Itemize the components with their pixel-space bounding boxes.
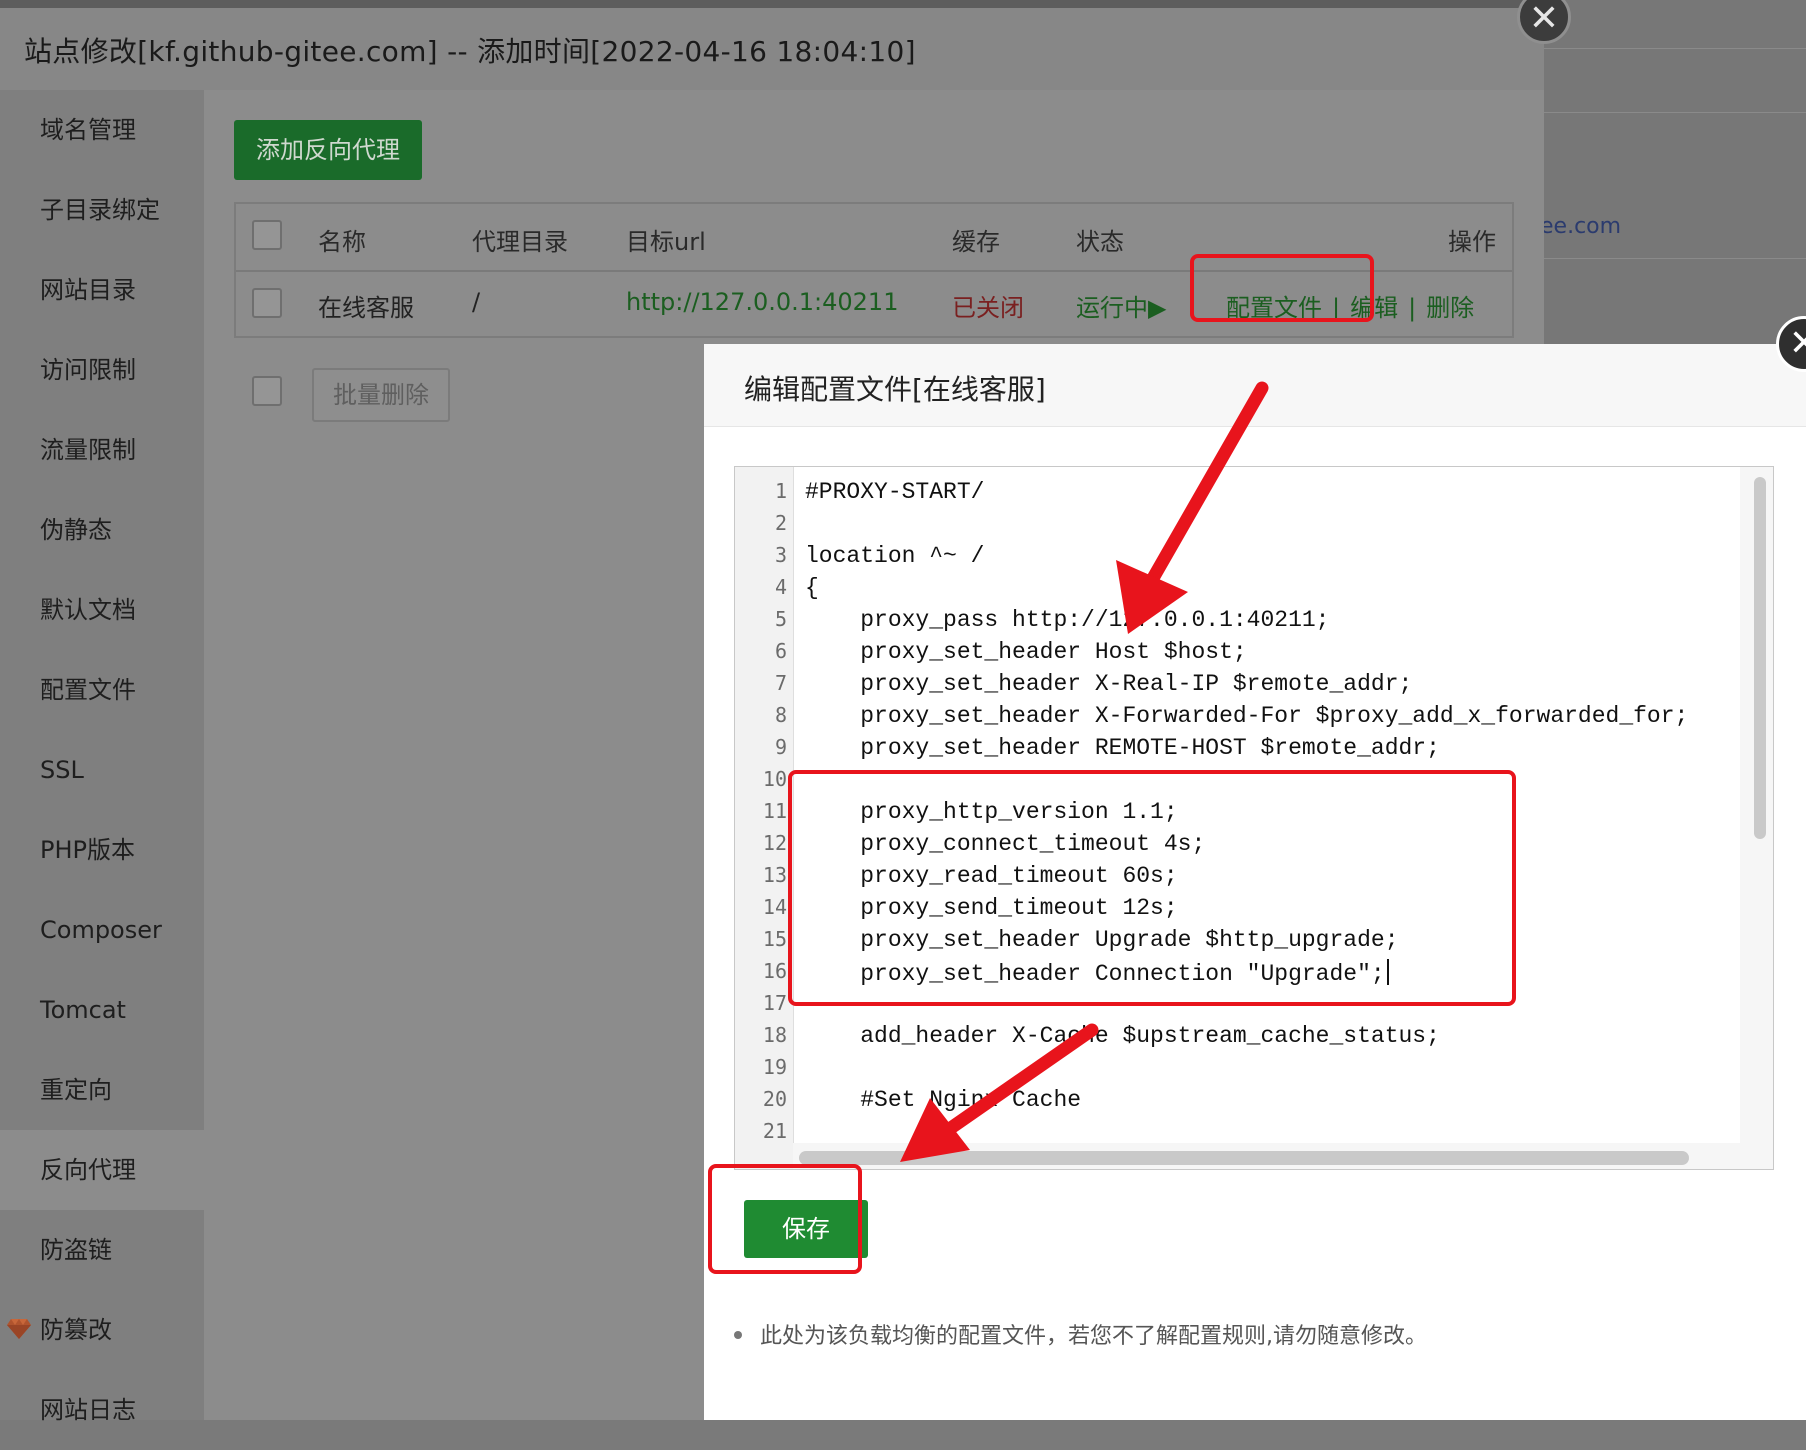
line-number: 16 (762, 959, 787, 983)
sidebar-item-rewrite[interactable]: 伪静态 (0, 490, 204, 570)
sidebar-item-tamper-protection[interactable]: 防篡改 (0, 1290, 204, 1370)
sidebar-item-site-directory[interactable]: 网站目录 (0, 250, 204, 330)
cache-status[interactable]: 已关闭 (952, 288, 1024, 323)
config-note-text: 此处为该负载均衡的配置文件，若您不了解配置规则,请勿随意修改。 (760, 1324, 1427, 1349)
background-divider (1544, 112, 1806, 113)
proxy-name: 在线客服 (318, 294, 414, 322)
scroll-thumb[interactable] (799, 1151, 1689, 1165)
code-line: proxy_pass http://127.0.0.1:40211; (805, 607, 1330, 633)
line-number: 2 (774, 511, 787, 535)
line-number: 7 (774, 671, 787, 695)
sidebar-item-reverse-proxy[interactable]: 反向代理 (0, 1130, 204, 1210)
line-number: 13 (762, 863, 787, 887)
code-line: #PROXY-START/ (805, 479, 985, 505)
background-divider (1544, 48, 1806, 49)
line-number: 11 (762, 799, 787, 823)
scroll-thumb[interactable] (1754, 477, 1766, 839)
line-number: 5 (774, 607, 787, 631)
sidebar-item-hotlink-protection[interactable]: 防盗链 (0, 1210, 204, 1290)
sidebar-item-ssl[interactable]: SSL (0, 730, 204, 810)
sidebar-item-domain[interactable]: 域名管理 (0, 90, 204, 170)
sidebar-item-site-logs[interactable]: 网站日志 (0, 1370, 204, 1450)
action-separator: | (1408, 294, 1417, 322)
line-number: 21 (762, 1119, 787, 1143)
vertical-scrollbar[interactable] (1740, 467, 1773, 1169)
site-modal-header: 站点修改[kf.github-gitee.com] -- 添加时间[2022-0… (0, 0, 1571, 91)
sidebar-item-composer[interactable]: Composer (0, 890, 204, 970)
code-line: location ^~ / (805, 543, 985, 569)
config-dialog-header: 编辑配置文件[在线客服] (704, 344, 1806, 427)
code-line: { (805, 575, 819, 601)
config-note: 此处为该负载均衡的配置文件，若您不了解配置规则,请勿随意修改。 (734, 1318, 1427, 1350)
row-checkbox[interactable] (252, 288, 282, 318)
line-number: 20 (762, 1087, 787, 1111)
config-dialog-title: 编辑配置文件[在线客服] (744, 373, 1046, 406)
bullet-icon (734, 1331, 742, 1339)
line-number: 12 (762, 831, 787, 855)
line-number: 10 (762, 767, 787, 791)
sidebar-item-config-file[interactable]: 配置文件 (0, 650, 204, 730)
line-number: 15 (762, 927, 787, 951)
background-divider (1544, 258, 1806, 259)
column-header-name: 名称 (318, 228, 366, 256)
sidebar-item-redirect[interactable]: 重定向 (0, 1050, 204, 1130)
add-reverse-proxy-button[interactable]: 添加反向代理 (234, 120, 422, 180)
code-line: proxy_set_header REMOTE-HOST $remote_add… (805, 735, 1440, 761)
line-number-gutter: 1 2 3 4 5 6 7 8 9 10 11 12 13 14 15 16 1… (735, 467, 794, 1169)
background-domain-text: ee.com (1540, 214, 1622, 239)
batch-delete-button[interactable]: 批量删除 (312, 368, 450, 422)
line-number: 18 (762, 1023, 787, 1047)
sidebar-item-access-limit[interactable]: 访问限制 (0, 330, 204, 410)
site-modal-sidebar: 域名管理 子目录绑定 网站目录 访问限制 流量限制 伪静态 默认文档 配置文件 … (0, 90, 204, 1424)
line-number: 19 (762, 1055, 787, 1079)
column-header-target-url: 目标url (626, 228, 706, 256)
highlight-box-added-lines (788, 770, 1516, 1006)
column-header-proxy-dir: 代理目录 (472, 228, 568, 256)
column-header-cache: 缓存 (952, 228, 1000, 256)
highlight-box-config-link (1190, 254, 1374, 322)
line-number: 14 (762, 895, 787, 919)
sidebar-item-label: 防篡改 (40, 1316, 112, 1344)
proxy-target-url[interactable]: http://127.0.0.1:40211 (626, 288, 898, 316)
delete-link[interactable]: 删除 (1426, 294, 1474, 322)
select-all-checkbox[interactable] (252, 220, 282, 250)
batch-select-checkbox[interactable] (252, 376, 282, 406)
site-modal-title: 站点修改[kf.github-gitee.com] -- 添加时间[2022-0… (24, 35, 916, 68)
line-number: 6 (774, 639, 787, 663)
column-header-status: 状态 (1076, 228, 1124, 256)
sidebar-item-subdir-binding[interactable]: 子目录绑定 (0, 170, 204, 250)
sidebar-item-php-version[interactable]: PHP版本 (0, 810, 204, 890)
highlight-box-save-button (708, 1164, 862, 1274)
line-number: 4 (774, 575, 787, 599)
sidebar-item-tomcat[interactable]: Tomcat (0, 970, 204, 1050)
code-line: proxy_set_header X-Real-IP $remote_addr; (805, 671, 1413, 697)
column-header-actions: 操作 (1448, 228, 1496, 256)
line-number: 1 (774, 479, 787, 503)
code-line: #Set Nginx Cache (805, 1087, 1082, 1113)
horizontal-scrollbar[interactable] (793, 1143, 1740, 1169)
sidebar-item-default-doc[interactable]: 默认文档 (0, 570, 204, 650)
line-number: 17 (762, 991, 787, 1015)
gem-icon (7, 1319, 31, 1339)
line-number: 8 (774, 703, 787, 727)
sidebar-item-traffic-limit[interactable]: 流量限制 (0, 410, 204, 490)
line-number: 3 (774, 543, 787, 567)
code-line: proxy_set_header X-Forwarded-For $proxy_… (805, 703, 1689, 729)
proxy-dir: / (472, 288, 481, 316)
code-line: add_header X-Cache $upstream_cache_statu… (805, 1023, 1440, 1049)
line-number: 9 (774, 735, 787, 759)
code-line: proxy_set_header Host $host; (805, 639, 1247, 665)
run-status[interactable]: 运行中▶ (1076, 288, 1166, 323)
